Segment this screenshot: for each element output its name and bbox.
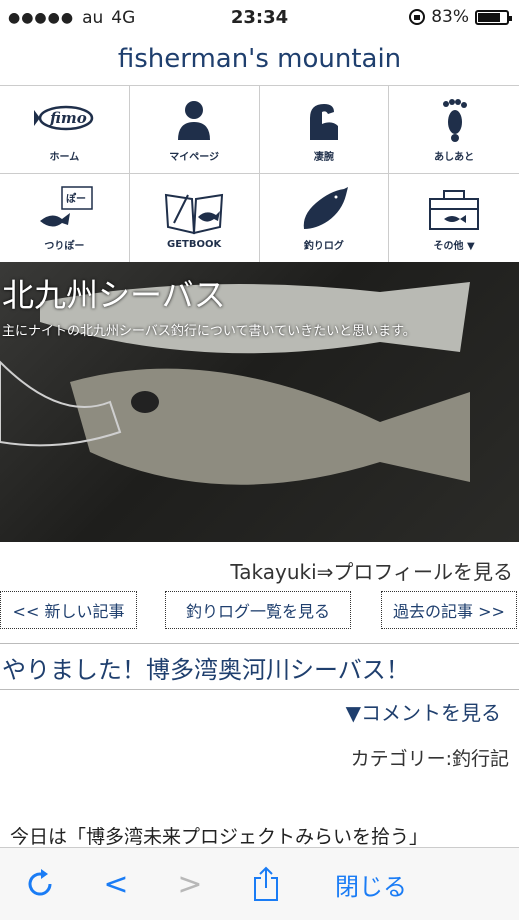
browser-toolbar: < > 閉じる [0, 847, 519, 920]
site-title[interactable]: fisherman's mountain [0, 44, 519, 74]
battery-icon [475, 9, 512, 25]
nav-label: あしあと [434, 152, 475, 163]
blog-title: 北九州シーバス [2, 276, 226, 314]
speech-text: ぽ゚ー [66, 192, 86, 205]
profile-link[interactable]: Takayuki⇒プロフィールを見る [230, 556, 513, 585]
comment-link[interactable]: ▼コメントを見る [346, 697, 501, 726]
back-button[interactable]: < [98, 848, 134, 920]
nav-grid: fimo ホーム マイページ 凄腕 あしあと ぽ゚ー つりぽー GETBOOK … [0, 85, 519, 263]
fish-icon [303, 186, 348, 229]
footprint-icon [443, 99, 468, 142]
blog-subtitle: 主にナイトの北九州シーバス釣行について書いていきたいと思います。 [2, 324, 416, 339]
nav-label: ホーム [49, 152, 80, 163]
post-category[interactable]: カテゴリー:釣行記 [351, 744, 509, 771]
reload-button[interactable] [18, 848, 62, 920]
book-icon [165, 193, 224, 234]
nav-item-fishing-log[interactable]: 釣りログ [260, 174, 390, 262]
fimo-logo-icon: fimo [34, 105, 94, 131]
battery-percent: 83% [431, 7, 469, 27]
hero-banner: 北九州シーバス 主にナイトの北九州シーバス釣行について書いていきたいと思います。 [0, 262, 519, 542]
post-title: やりました！博多湾奥河川シーバス！ [2, 656, 410, 684]
reload-icon [28, 869, 52, 896]
share-icon [254, 866, 278, 901]
nav-label: マイページ [169, 152, 220, 163]
fish-speech-icon: ぽ゚ー [40, 185, 94, 227]
close-button[interactable]: 閉じる [326, 848, 416, 920]
divider [0, 643, 519, 644]
share-button[interactable] [248, 848, 284, 920]
nav-item-other[interactable]: その他 ▼ [389, 174, 519, 262]
nav-label: 凄腕 [313, 152, 334, 163]
nav-item-mypage[interactable]: マイページ [129, 86, 260, 174]
arm-icon [309, 104, 338, 140]
forward-button[interactable]: > [172, 848, 208, 920]
person-icon [178, 101, 211, 140]
nav-item-expert[interactable]: 凄腕 [259, 86, 390, 174]
svg-text:fimo: fimo [49, 109, 87, 127]
newer-article-button[interactable]: << 新しい記事 [0, 591, 137, 629]
log-list-button[interactable]: 釣りログ一覧を見る [165, 591, 351, 629]
older-article-button[interactable]: 過去の記事 >> [381, 591, 517, 629]
divider [0, 689, 519, 690]
nav-item-tsuripo[interactable]: ぽ゚ー つりぽー [0, 174, 130, 262]
nav-item-getbook[interactable]: GETBOOK [130, 174, 260, 262]
nav-label: つりぽー [44, 240, 85, 252]
post-body: 今日は「博多湾未来プロジェクトみらいを拾う」 [10, 826, 429, 848]
tackle-box-icon [429, 189, 480, 230]
nav-label: 釣りログ [303, 240, 344, 252]
rotation-lock-icon [409, 9, 426, 25]
status-bar: ●●●●● au 4G 23:34 83% [0, 0, 519, 36]
nav-item-home[interactable]: fimo ホーム [0, 86, 130, 174]
nav-label: GETBOOK [167, 238, 222, 250]
nav-item-footprints[interactable]: あしあと [389, 86, 519, 174]
nav-label: その他 ▼ [433, 240, 475, 252]
status-right: 83% [409, 7, 512, 27]
